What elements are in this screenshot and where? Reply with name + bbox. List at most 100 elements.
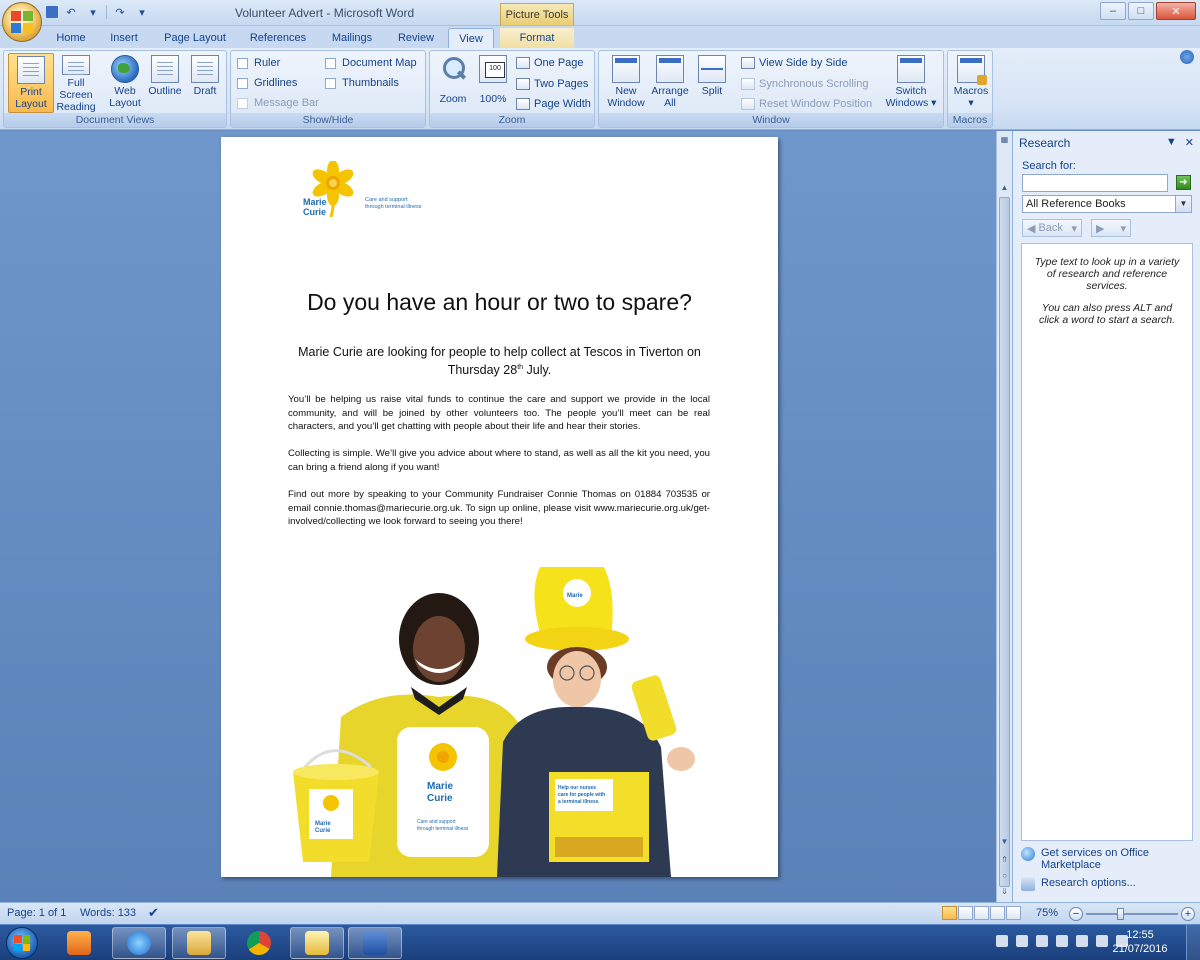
tab-view[interactable]: View bbox=[448, 28, 494, 48]
office-button[interactable] bbox=[2, 2, 42, 42]
undo-dropdown-icon[interactable]: ▾ bbox=[84, 4, 102, 20]
switch-windows-button[interactable]: Switch Windows ▾ bbox=[883, 53, 939, 113]
pane-close-icon[interactable]: ✕ bbox=[1185, 136, 1194, 149]
tab-format[interactable]: Format bbox=[500, 28, 574, 48]
vertical-scrollbar[interactable]: ▦ ▲ ▼ ⇑ ○ ⇓ bbox=[996, 131, 1012, 902]
draft-button[interactable]: Draft bbox=[182, 53, 228, 113]
settings-gear-icon[interactable] bbox=[1056, 935, 1068, 947]
volunteers-photo[interactable]: Marie Curie Care and support through ter… bbox=[221, 567, 778, 877]
research-options-icon bbox=[1021, 877, 1035, 891]
network-signal-icon[interactable] bbox=[1096, 935, 1108, 947]
tab-home[interactable]: Home bbox=[48, 28, 94, 48]
ribbon: Print Layout Full Screen Reading Web Lay… bbox=[0, 48, 1200, 130]
zoom-label: Zoom bbox=[439, 93, 467, 105]
web-layout-view-icon[interactable] bbox=[974, 906, 989, 920]
document-page[interactable]: Marie Curie Care and support through ter… bbox=[221, 137, 778, 877]
pane-options-icon[interactable]: ▼ bbox=[1166, 136, 1177, 148]
document-map-checkbox[interactable]: Document Map bbox=[325, 57, 417, 69]
windows-update-icon[interactable] bbox=[1036, 935, 1048, 947]
two-pages-button[interactable]: Two Pages bbox=[516, 78, 588, 90]
zoom-level[interactable]: 75% bbox=[1036, 907, 1058, 919]
ruler-checkbox[interactable]: Ruler bbox=[237, 57, 280, 69]
thumbnails-label: Thumbnails bbox=[342, 77, 399, 89]
research-options-link[interactable]: Research options... bbox=[1021, 877, 1136, 891]
office-marketplace-link[interactable]: Get services on Office Marketplace bbox=[1021, 847, 1200, 871]
scroll-down-icon[interactable]: ▼ bbox=[999, 837, 1010, 848]
word-count[interactable]: Words: 133 bbox=[80, 907, 136, 919]
print-layout-button[interactable]: Print Layout bbox=[8, 53, 54, 113]
new-window-button[interactable]: New Window bbox=[603, 53, 649, 113]
macros-dropdown-icon: ▾ bbox=[968, 97, 974, 109]
view-side-by-side-button[interactable]: View Side by Side bbox=[741, 57, 847, 69]
show-hidden-icons-icon[interactable] bbox=[996, 935, 1008, 947]
previous-page-icon[interactable]: ⇑ bbox=[999, 855, 1010, 866]
tab-review[interactable]: Review bbox=[392, 28, 440, 48]
print-layout-view-icon[interactable] bbox=[942, 906, 957, 920]
close-button[interactable]: ✕ bbox=[1156, 2, 1196, 20]
tab-page-layout[interactable]: Page Layout bbox=[158, 28, 232, 48]
taskbar-outlook[interactable] bbox=[290, 927, 344, 959]
full-screen-reading-view-icon[interactable] bbox=[958, 906, 973, 920]
macros-group: Macros ▾ Macros bbox=[947, 50, 993, 128]
sync-scroll-icon bbox=[741, 78, 755, 90]
arrange-all-icon bbox=[656, 55, 684, 83]
security-icon[interactable] bbox=[1076, 935, 1088, 947]
tab-mailings[interactable]: Mailings bbox=[324, 28, 380, 48]
arrange-all-button[interactable]: Arrange All bbox=[647, 53, 693, 113]
ribbon-help-icon[interactable] bbox=[1180, 50, 1194, 64]
hand-shape bbox=[667, 747, 695, 771]
research-search-input[interactable] bbox=[1022, 174, 1168, 192]
ruler-toggle-icon[interactable]: ▦ bbox=[999, 135, 1010, 146]
zoom-out-icon[interactable]: − bbox=[1069, 907, 1083, 921]
outline-view-icon[interactable] bbox=[990, 906, 1005, 920]
undo-icon[interactable]: ↶ bbox=[62, 4, 80, 20]
reference-source-select[interactable]: All Reference Books ▼ bbox=[1022, 195, 1192, 213]
taskbar-internet-explorer[interactable] bbox=[112, 927, 166, 959]
save-icon[interactable] bbox=[46, 6, 58, 18]
zoom-100-button[interactable]: 100% bbox=[470, 53, 516, 113]
full-screen-reading-button[interactable]: Full Screen Reading bbox=[50, 53, 102, 113]
taskbar-file-explorer[interactable] bbox=[172, 927, 226, 959]
taskbar-media-player[interactable] bbox=[52, 927, 106, 959]
message-bar-checkbox[interactable]: Message Bar bbox=[237, 97, 319, 109]
scroll-up-icon[interactable]: ▲ bbox=[999, 183, 1010, 194]
proofing-icon[interactable]: ✔ bbox=[148, 905, 159, 921]
zoom-in-icon[interactable]: + bbox=[1181, 907, 1195, 921]
zoom-slider-track[interactable] bbox=[1086, 913, 1178, 915]
taskbar-chrome[interactable] bbox=[232, 927, 286, 959]
one-page-button[interactable]: One Page bbox=[516, 57, 584, 69]
internet-explorer-icon bbox=[127, 931, 151, 955]
back-button[interactable]: ◀ Back ▾ bbox=[1022, 219, 1082, 237]
zoom-slider-thumb[interactable] bbox=[1117, 908, 1124, 920]
scrollbar-thumb[interactable] bbox=[999, 197, 1010, 887]
system-clock[interactable]: 12:55 21/07/2016 bbox=[1110, 928, 1170, 956]
tab-references[interactable]: References bbox=[244, 28, 312, 48]
thumbnails-checkbox[interactable]: Thumbnails bbox=[325, 77, 399, 89]
next-page-icon[interactable]: ⇓ bbox=[999, 887, 1010, 898]
start-searching-icon[interactable]: ➜ bbox=[1176, 175, 1191, 190]
customize-toolbar-icon[interactable]: ▾ bbox=[133, 4, 151, 20]
switch-windows-icon bbox=[897, 55, 925, 83]
synchronous-scrolling-button[interactable]: Synchronous Scrolling bbox=[741, 78, 868, 90]
forward-button[interactable]: ▶ ▾ bbox=[1091, 219, 1131, 237]
page-count[interactable]: Page: 1 of 1 bbox=[7, 907, 66, 919]
action-center-flag-icon[interactable] bbox=[1016, 935, 1028, 947]
bucket-rim bbox=[293, 764, 379, 780]
tab-insert[interactable]: Insert bbox=[100, 28, 148, 48]
draft-view-icon[interactable] bbox=[1006, 906, 1021, 920]
show-desktop-button[interactable] bbox=[1186, 925, 1200, 960]
select-browse-object-icon[interactable]: ○ bbox=[999, 871, 1010, 882]
redo-icon[interactable]: ↷ bbox=[111, 4, 129, 20]
bib-daffodil-icon bbox=[429, 743, 457, 771]
macros-button[interactable]: Macros ▾ bbox=[948, 53, 994, 113]
donation-box-text-2: care for people with bbox=[558, 792, 605, 798]
split-button[interactable]: Split bbox=[689, 53, 735, 113]
reset-window-position-button[interactable]: Reset Window Position bbox=[741, 98, 872, 110]
gridlines-checkbox[interactable]: Gridlines bbox=[237, 77, 297, 89]
page-width-button[interactable]: Page Width bbox=[516, 98, 591, 110]
maximize-button[interactable]: □ bbox=[1128, 2, 1154, 20]
minimize-button[interactable]: – bbox=[1100, 2, 1126, 20]
start-button[interactable] bbox=[6, 927, 38, 959]
chevron-down-icon[interactable]: ▼ bbox=[1175, 196, 1191, 212]
taskbar-word[interactable] bbox=[348, 927, 402, 959]
